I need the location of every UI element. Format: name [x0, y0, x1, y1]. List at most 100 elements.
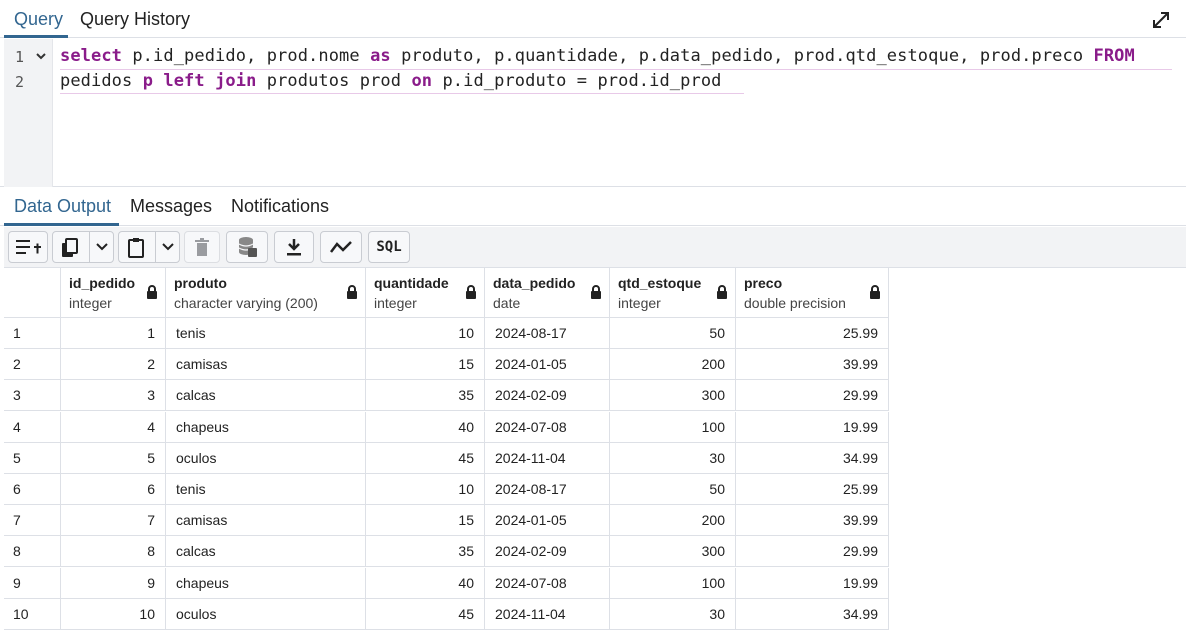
- row-number[interactable]: 9: [4, 567, 61, 599]
- cell-data-pedido[interactable]: 2024-07-08: [485, 567, 610, 599]
- column-header-quantidade[interactable]: quantidade integer: [366, 268, 485, 318]
- cell-quantidade[interactable]: 10: [366, 318, 485, 349]
- cell-data-pedido[interactable]: 2024-01-05: [485, 505, 610, 537]
- cell-preco[interactable]: 39.99: [736, 349, 889, 381]
- sql-keyword: select: [60, 46, 123, 66]
- cell-data-pedido[interactable]: 2024-08-17: [485, 474, 610, 505]
- cell-produto[interactable]: tenis: [166, 318, 366, 349]
- row-number[interactable]: 8: [4, 536, 61, 568]
- paste-button[interactable]: [118, 231, 180, 263]
- row-number[interactable]: 2: [4, 349, 61, 381]
- row-number[interactable]: 10: [4, 598, 61, 630]
- cell-data-pedido[interactable]: 2024-08-17: [485, 318, 610, 349]
- save-data-button[interactable]: [226, 231, 268, 263]
- cell-quantidade[interactable]: 45: [366, 598, 485, 630]
- cell-id-pedido[interactable]: 6: [61, 474, 166, 505]
- column-header-preco[interactable]: preco double precision: [736, 268, 889, 318]
- sql-button[interactable]: SQL: [368, 231, 410, 263]
- cell-data-pedido[interactable]: 2024-02-09: [485, 380, 610, 412]
- download-button[interactable]: [274, 231, 314, 263]
- cell-produto[interactable]: chapeus: [166, 411, 366, 443]
- chevron-down-icon[interactable]: [96, 242, 108, 252]
- cell-produto[interactable]: camisas: [166, 505, 366, 537]
- cell-id-pedido[interactable]: 3: [61, 380, 166, 412]
- cell-qtd-estoque[interactable]: 50: [610, 318, 736, 349]
- cell-quantidade[interactable]: 40: [366, 567, 485, 599]
- cell-id-pedido[interactable]: 2: [61, 349, 166, 381]
- cell-quantidade[interactable]: 40: [366, 411, 485, 443]
- cell-data-pedido[interactable]: 2024-07-08: [485, 411, 610, 443]
- cell-id-pedido[interactable]: 5: [61, 442, 166, 474]
- tab-messages[interactable]: Messages: [130, 196, 212, 217]
- cell-preco[interactable]: 25.99: [736, 474, 889, 505]
- cell-qtd-estoque[interactable]: 200: [610, 505, 736, 537]
- cell-qtd-estoque[interactable]: 100: [610, 411, 736, 443]
- row-number[interactable]: 5: [4, 442, 61, 474]
- cell-id-pedido[interactable]: 9: [61, 567, 166, 599]
- cell-data-pedido[interactable]: 2024-11-04: [485, 598, 610, 630]
- cell-produto[interactable]: camisas: [166, 349, 366, 381]
- cell-produto[interactable]: oculos: [166, 442, 366, 474]
- cell-qtd-estoque[interactable]: 300: [610, 380, 736, 412]
- tab-notifications[interactable]: Notifications: [231, 196, 329, 217]
- cell-quantidade[interactable]: 15: [366, 349, 485, 381]
- row-number[interactable]: 6: [4, 474, 61, 505]
- cell-qtd-estoque[interactable]: 100: [610, 567, 736, 599]
- tab-query-history[interactable]: Query History: [80, 9, 190, 30]
- cell-id-pedido[interactable]: 1: [61, 318, 166, 349]
- cell-produto[interactable]: calcas: [166, 536, 366, 568]
- delete-button[interactable]: [184, 231, 220, 263]
- cell-preco[interactable]: 34.99: [736, 598, 889, 630]
- cell-produto[interactable]: oculos: [166, 598, 366, 630]
- cell-quantidade[interactable]: 15: [366, 505, 485, 537]
- cell-preco[interactable]: 29.99: [736, 536, 889, 568]
- column-header-id-pedido[interactable]: id_pedido integer: [61, 268, 166, 318]
- row-number[interactable]: 1: [4, 318, 61, 349]
- cell-preco[interactable]: 39.99: [736, 505, 889, 537]
- code-line[interactable]: select p.id_pedido, prod.nome as produto…: [60, 46, 1135, 66]
- cell-id-pedido[interactable]: 8: [61, 536, 166, 568]
- tab-data-output[interactable]: Data Output: [14, 196, 111, 217]
- cell-id-pedido[interactable]: 10: [61, 598, 166, 630]
- line-number: 1: [15, 48, 25, 66]
- cell-id-pedido[interactable]: 4: [61, 411, 166, 443]
- cell-produto[interactable]: chapeus: [166, 567, 366, 599]
- cell-quantidade[interactable]: 10: [366, 474, 485, 505]
- fold-chevron-icon[interactable]: [35, 50, 47, 64]
- cell-preco[interactable]: 29.99: [736, 380, 889, 412]
- cell-quantidade[interactable]: 35: [366, 536, 485, 568]
- chevron-down-icon[interactable]: [162, 242, 174, 252]
- cell-qtd-estoque[interactable]: 30: [610, 442, 736, 474]
- row-number[interactable]: 3: [4, 380, 61, 412]
- cell-data-pedido[interactable]: 2024-02-09: [485, 536, 610, 568]
- column-header-qtd-estoque[interactable]: qtd_estoque integer: [610, 268, 736, 318]
- row-number[interactable]: 7: [4, 505, 61, 537]
- copy-button[interactable]: [52, 231, 114, 263]
- cell-qtd-estoque[interactable]: 300: [610, 536, 736, 568]
- cell-produto[interactable]: tenis: [166, 474, 366, 505]
- cell-quantidade[interactable]: 45: [366, 442, 485, 474]
- add-row-button[interactable]: [8, 231, 48, 263]
- cell-preco[interactable]: 19.99: [736, 567, 889, 599]
- tab-query[interactable]: Query: [14, 9, 63, 30]
- cell-produto[interactable]: calcas: [166, 380, 366, 412]
- cell-qtd-estoque[interactable]: 50: [610, 474, 736, 505]
- expand-icon[interactable]: [1150, 9, 1172, 31]
- cell-qtd-estoque[interactable]: 30: [610, 598, 736, 630]
- cell-data-pedido[interactable]: 2024-01-05: [485, 349, 610, 381]
- cell-quantidade[interactable]: 35: [366, 380, 485, 412]
- cell-data-pedido[interactable]: 2024-11-04: [485, 442, 610, 474]
- cell-preco[interactable]: 19.99: [736, 411, 889, 443]
- graph-visualiser-button[interactable]: [320, 231, 362, 263]
- cell-id-pedido[interactable]: 7: [61, 505, 166, 537]
- lock-icon: [590, 285, 602, 300]
- cell-preco[interactable]: 25.99: [736, 318, 889, 349]
- column-header-data-pedido[interactable]: data_pedido date: [485, 268, 610, 318]
- column-header-produto[interactable]: produto character varying (200): [166, 268, 366, 318]
- query-editor[interactable]: 1 2 select p.id_pedido, prod.nome as pro…: [0, 39, 1186, 187]
- cell-preco[interactable]: 34.99: [736, 442, 889, 474]
- code-line[interactable]: pedidos p left join produtos prod on p.i…: [60, 71, 722, 91]
- cell-qtd-estoque[interactable]: 200: [610, 349, 736, 381]
- column-type: integer: [69, 295, 112, 311]
- row-number[interactable]: 4: [4, 411, 61, 443]
